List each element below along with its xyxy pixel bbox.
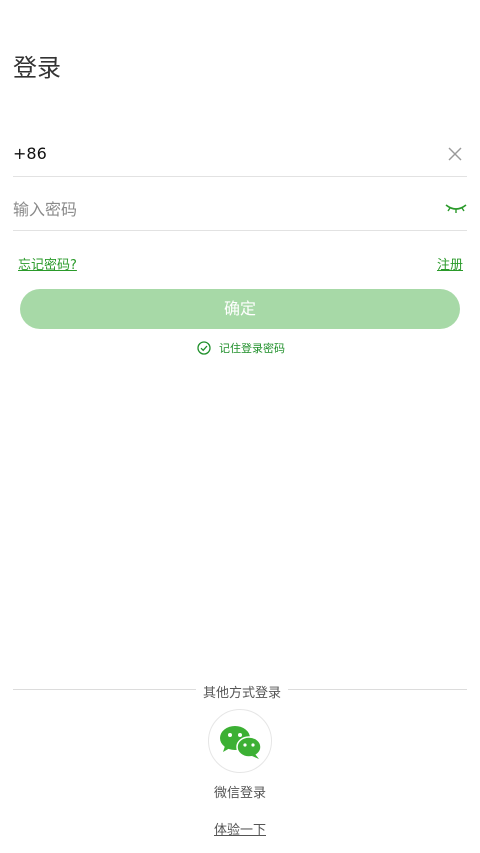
remember-password-toggle[interactable]: 记住登录密码 [197,340,285,356]
page-title: 登录 [13,54,61,82]
phone-input-value[interactable]: +86 [13,144,47,163]
wechat-login-label: 微信登录 [213,786,266,801]
close-icon[interactable] [445,144,465,164]
wechat-login-button[interactable] [208,709,272,773]
forgot-password-link[interactable]: 忘记密码? [18,254,77,273]
trial-link-container: 体验一下 [0,819,480,838]
phone-field[interactable]: +86 [13,134,467,177]
other-login-label: 其他方式登录 [196,682,289,701]
eye-closed-icon[interactable] [445,200,467,216]
wechat-icon [220,726,262,759]
trial-link[interactable]: 体验一下 [214,823,266,838]
password-field[interactable] [13,188,467,231]
register-link[interactable]: 注册 [437,254,463,273]
check-circle-icon [197,341,211,355]
confirm-button[interactable]: 确定 [20,289,460,329]
password-input[interactable] [13,194,413,224]
remember-password-label: 记住登录密码 [219,342,285,355]
